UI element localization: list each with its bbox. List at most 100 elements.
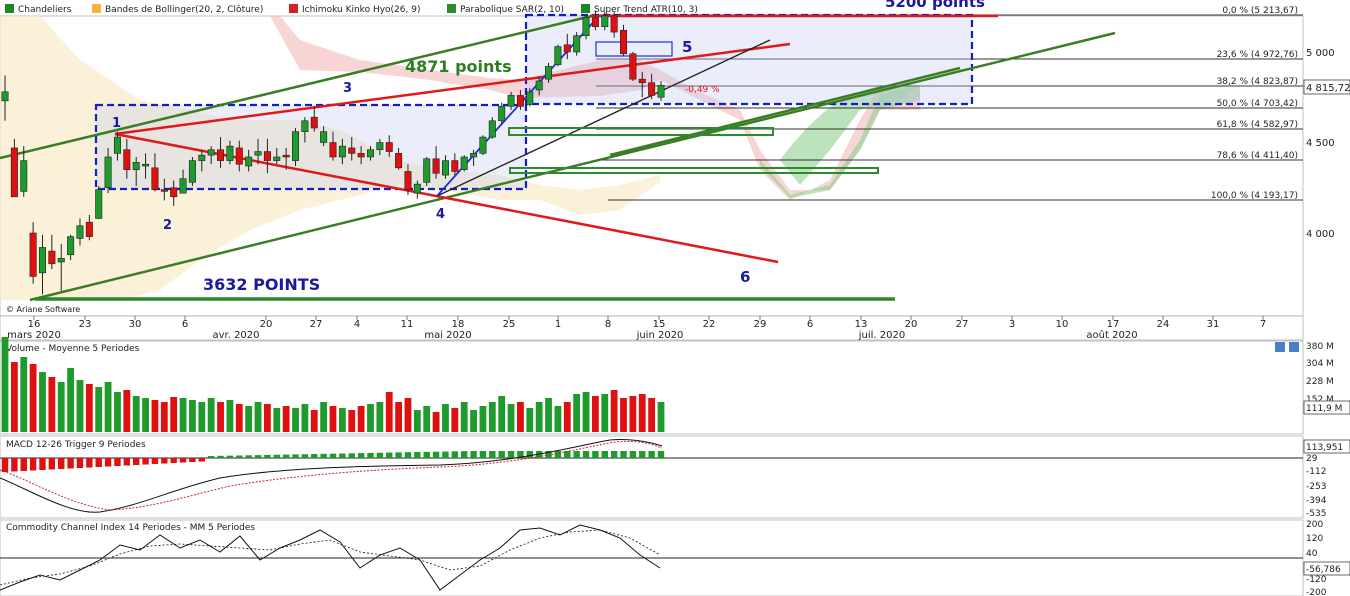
volume-bar-30 [282, 406, 290, 432]
volume-tick-2: 228 M [1306, 377, 1334, 387]
candle-67 [629, 52, 637, 81]
x-tick-month-5: août 2020 [1086, 329, 1137, 341]
volume-bar-66 [620, 398, 627, 432]
volume-bar-32 [301, 404, 309, 432]
copyright: © Ariane Software [6, 305, 80, 314]
time-axis: 16 23 30 6 20 27 4 11 18 25 1 8 15 22 29 6 13 20 27 3 10 17 24… [0, 315, 1304, 341]
macd-bar-49 [461, 451, 468, 458]
volume-last: 111,9 M [1306, 404, 1342, 414]
volume-bar-58 [545, 398, 552, 432]
volume-bar-39 [367, 404, 374, 432]
volume-title: Volume - Moyenne 5 Periodes [6, 344, 140, 354]
volume-bar-9 [85, 384, 93, 432]
annotation-4871: 4871 points [405, 57, 512, 76]
x-tick-month-4: juil. 2020 [858, 330, 905, 341]
candle-20 [188, 156, 196, 186]
legend-item-2: Ichimoku Kinko Hyo(26, 9) [302, 5, 420, 15]
macd-bar-22 [207, 456, 215, 458]
x-tick-day-1: 23 [79, 319, 92, 330]
wave-label-4: 4 [436, 207, 445, 222]
macd-bar-25 [236, 455, 243, 458]
volume-bar-50 [470, 410, 477, 432]
volume-bar-49 [460, 402, 468, 432]
cci-tick-0: 200 [1306, 520, 1323, 530]
annotation-3632: 3632 POINTS [203, 275, 320, 294]
macd-bar-4 [39, 458, 46, 470]
x-tick-day-12: 15 [653, 319, 666, 330]
macd-bar-66 [620, 451, 627, 458]
macd-bar-51 [479, 451, 487, 458]
macd-bar-67 [629, 451, 637, 458]
volume-bar-48 [451, 408, 459, 432]
macd-bar-2 [20, 458, 27, 471]
annotation-5200: 5200 points [885, 0, 985, 11]
macd-bar-70 [657, 451, 665, 458]
fib-label-2: 38,2 % (4 823,87) [1217, 77, 1298, 87]
volume-bar-54 [507, 404, 515, 432]
candle-49 [460, 155, 468, 172]
macd-bar-26 [245, 455, 252, 458]
volume-bar-60 [563, 402, 571, 432]
fib-label-5: 78,6 % (4 411,40) [1217, 151, 1298, 161]
volume-bar-2 [20, 357, 28, 432]
macd-bar-13 [123, 458, 131, 466]
x-tick-day-11: 8 [605, 319, 611, 330]
macd-bar-11 [104, 458, 112, 467]
volume-bar-20 [189, 400, 196, 432]
x-tick-day-8: 18 [452, 319, 465, 330]
macd-bar-21 [198, 458, 205, 462]
volume-bar-1 [10, 362, 18, 432]
volume-bar-41 [385, 392, 393, 432]
volume-bar-47 [442, 404, 449, 432]
macd-bar-33 [311, 454, 318, 458]
macd-bar-68 [639, 451, 646, 458]
volume-bar-0 [1, 337, 9, 432]
macd-bar-50 [470, 451, 477, 458]
volume-bar-29 [273, 408, 281, 432]
volume-tick-1: 304 M [1306, 359, 1334, 369]
wave-label-1: 1 [112, 116, 121, 131]
volume-bar-23 [217, 402, 224, 432]
volume-bar-12 [114, 392, 121, 432]
volume-bar-61 [573, 394, 581, 432]
macd-bar-45 [423, 451, 430, 458]
macd-bar-59 [554, 451, 562, 458]
macd-bar-28 [264, 454, 271, 458]
macd-bar-63 [592, 451, 599, 458]
macd-bar-15 [142, 458, 149, 465]
legend-item-1: Bandes de Bollinger(20, 2, Clôture) [105, 4, 263, 15]
volume-bar-34 [320, 402, 328, 432]
volume-bar-56 [526, 408, 534, 432]
x-tick-month-1: avr. 2020 [212, 330, 259, 341]
volume-bar-55 [517, 402, 524, 432]
macd-bar-6 [58, 458, 65, 469]
volume-bar-63 [592, 396, 599, 432]
x-tick-day-14: 29 [754, 319, 767, 330]
cci-tick-3: -120 [1306, 575, 1327, 585]
macd-tick-0: 29 [1306, 454, 1318, 464]
macd-bar-53 [498, 451, 505, 458]
macd-bar-47 [442, 451, 449, 458]
volume-bar-67 [629, 396, 637, 432]
volume-bar-38 [357, 406, 365, 432]
candle-10 [95, 185, 103, 219]
macd-bar-29 [273, 454, 280, 458]
volume-bar-4 [39, 372, 46, 432]
volume-bar-27 [254, 402, 262, 432]
volume-bar-5 [48, 377, 56, 432]
macd-bar-37 [348, 453, 355, 458]
macd-bar-54 [507, 451, 515, 458]
wave-label-6: 6 [740, 268, 750, 286]
volume-panel: Volume - Moyenne 5 Periodes 380 M 304 M … [0, 337, 1350, 435]
x-tick-day-2: 30 [129, 319, 142, 330]
volume-bar-51 [479, 406, 487, 432]
volume-bar-37 [348, 410, 356, 432]
volume-bar-35 [329, 406, 337, 432]
wave-label-2: 2 [163, 218, 172, 233]
x-tick-day-23: 31 [1207, 319, 1220, 330]
cci-tick-1: 120 [1306, 534, 1323, 544]
cci-panel: Commodity Channel Index 14 Periodes - MM… [0, 519, 1350, 596]
volume-bar-70 [657, 402, 665, 432]
macd-panel: MACD 12-26 Trigger 9 Periodes 113,951 29… [0, 435, 1350, 519]
volume-bar-31 [292, 408, 299, 432]
